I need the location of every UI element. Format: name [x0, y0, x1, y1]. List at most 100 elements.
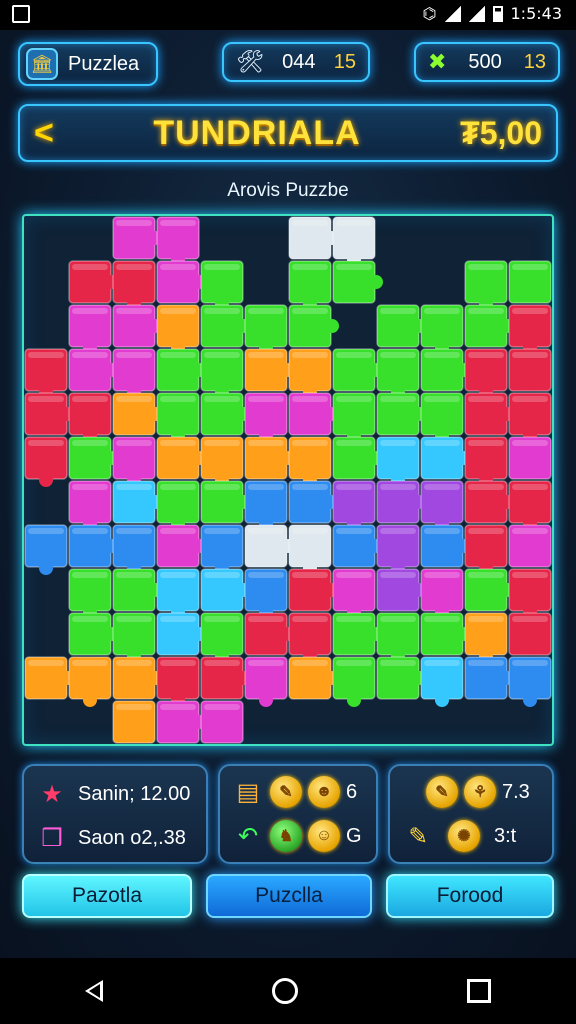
puzzle-piece[interactable] — [244, 524, 295, 568]
puzzle-piece[interactable] — [68, 392, 112, 443]
puzzle-piece[interactable] — [288, 524, 332, 575]
puzzle-piece[interactable] — [244, 480, 288, 531]
moves-counter[interactable]: ✖ 500 13 — [414, 42, 560, 82]
puzzle-piece[interactable] — [288, 348, 332, 399]
puzzle-piece[interactable] — [332, 612, 383, 656]
puzzle-piece[interactable] — [244, 612, 295, 656]
puzzle-grid[interactable] — [24, 216, 552, 744]
puzzle-piece[interactable] — [200, 656, 251, 700]
puzzle-piece[interactable] — [156, 304, 200, 355]
puzzle-piece[interactable] — [24, 392, 75, 436]
coin-icon-a[interactable]: ✎ — [270, 776, 302, 808]
brand-badge[interactable]: 🏛 Puzzlea — [18, 42, 158, 86]
puzzle-piece[interactable] — [68, 480, 112, 531]
puzzle-piece[interactable] — [508, 260, 552, 304]
puzzle-piece[interactable] — [200, 568, 251, 612]
puzzle-piece[interactable] — [332, 260, 383, 304]
puzzle-piece[interactable] — [68, 612, 119, 656]
nav-recents-icon[interactable] — [467, 979, 492, 1003]
puzzle-board[interactable] — [22, 214, 554, 746]
puzzle-piece[interactable] — [332, 480, 376, 531]
puzzle-piece[interactable] — [68, 568, 112, 619]
puzzle-piece[interactable] — [376, 348, 420, 399]
puzzle-piece[interactable] — [332, 348, 383, 392]
puzzle-piece[interactable] — [464, 612, 508, 663]
puzzle-piece[interactable] — [420, 480, 464, 531]
coin-icon-g[interactable]: ✺ — [448, 820, 480, 852]
puzzle-piece[interactable] — [156, 524, 207, 568]
puzzle-piece[interactable] — [332, 524, 383, 568]
puzzle-piece[interactable] — [156, 612, 207, 656]
puzzle-piece[interactable] — [156, 216, 200, 267]
puzzle-piece[interactable] — [288, 392, 339, 436]
puzclla-button[interactable]: Puzclla — [206, 874, 372, 918]
puzzle-piece[interactable] — [464, 304, 515, 348]
puzzle-piece[interactable] — [156, 260, 207, 304]
puzzle-piece[interactable] — [156, 568, 200, 619]
puzzle-piece[interactable] — [24, 436, 68, 487]
puzzle-piece[interactable] — [200, 480, 251, 524]
puzzle-piece[interactable] — [24, 348, 68, 399]
puzzle-piece[interactable] — [288, 304, 339, 348]
puzzle-piece[interactable] — [420, 304, 464, 355]
puzzle-piece[interactable] — [200, 392, 251, 436]
puzzle-piece[interactable] — [464, 568, 515, 612]
nav-home-icon[interactable] — [271, 978, 298, 1004]
puzzle-piece[interactable] — [156, 700, 207, 744]
puzzle-piece[interactable] — [508, 304, 552, 355]
puzzle-piece[interactable] — [200, 260, 244, 311]
puzzle-piece[interactable] — [156, 348, 207, 392]
puzzle-piece[interactable] — [508, 480, 552, 531]
puzzle-piece[interactable] — [156, 436, 207, 480]
puzzle-piece[interactable] — [288, 656, 339, 700]
puzzle-piece[interactable] — [156, 392, 200, 443]
puzzle-piece[interactable] — [112, 700, 156, 744]
puzzle-piece[interactable] — [244, 348, 295, 392]
coin-icon-d[interactable]: ☺ — [308, 820, 340, 852]
puzzle-piece[interactable] — [464, 436, 508, 487]
puzzle-piece[interactable] — [112, 392, 163, 436]
puzzle-piece[interactable] — [508, 392, 552, 443]
puzzle-piece[interactable] — [244, 436, 295, 480]
coin-icon-f[interactable]: ⚘ — [464, 776, 496, 808]
puzzle-piece[interactable] — [420, 392, 464, 443]
puzzle-piece[interactable] — [112, 656, 163, 700]
puzzle-piece[interactable] — [288, 612, 332, 663]
puzzle-piece[interactable] — [420, 612, 471, 656]
puzzle-piece[interactable] — [288, 216, 339, 260]
puzzle-piece[interactable] — [376, 392, 427, 436]
puzzle-piece[interactable] — [244, 392, 288, 443]
puzzle-piece[interactable] — [332, 392, 376, 443]
puzzle-piece[interactable] — [376, 524, 420, 575]
puzzle-piece[interactable] — [244, 304, 288, 355]
puzzle-piece[interactable] — [68, 348, 119, 392]
puzzle-piece[interactable] — [68, 260, 119, 304]
puzzle-piece[interactable] — [464, 392, 515, 436]
puzzle-piece[interactable] — [420, 436, 471, 480]
tools-counter[interactable]: 🛠 044 15 — [222, 42, 370, 82]
pipe-icon[interactable]: ↶ — [232, 820, 264, 852]
puzzle-piece[interactable] — [200, 524, 244, 575]
puzzle-piece[interactable] — [464, 480, 515, 524]
puzzle-piece[interactable] — [200, 348, 244, 399]
puzzle-piece[interactable] — [112, 304, 163, 348]
back-arrow-icon[interactable]: < — [34, 114, 54, 153]
puzzle-piece[interactable] — [332, 568, 376, 619]
coin-icon-b[interactable]: ☻ — [308, 776, 340, 808]
puzzle-piece[interactable] — [112, 436, 156, 487]
puzzle-piece[interactable] — [68, 436, 119, 480]
puzzle-piece[interactable] — [376, 480, 427, 524]
puzzle-piece[interactable] — [332, 436, 383, 480]
puzzle-piece[interactable] — [200, 304, 251, 348]
puzzle-piece[interactable] — [288, 436, 332, 487]
puzzle-piece[interactable] — [508, 524, 552, 568]
puzzle-piece[interactable] — [112, 348, 156, 399]
puzzle-piece[interactable] — [112, 260, 156, 311]
puzzle-piece[interactable] — [244, 656, 288, 707]
coin-icon-e[interactable]: ✎ — [426, 776, 458, 808]
puzzle-piece[interactable] — [244, 568, 288, 619]
puzzle-piece[interactable] — [288, 260, 332, 311]
nav-back-icon[interactable] — [84, 980, 103, 1002]
puzzle-piece[interactable] — [376, 568, 427, 612]
puzzle-piece[interactable] — [508, 568, 552, 619]
